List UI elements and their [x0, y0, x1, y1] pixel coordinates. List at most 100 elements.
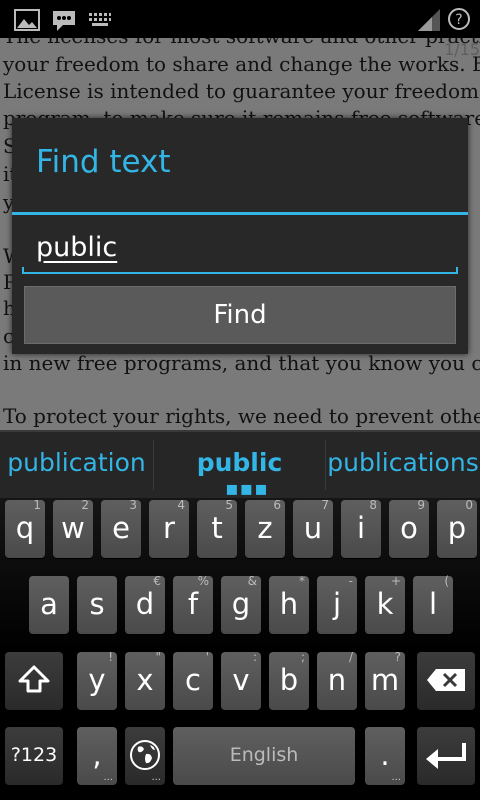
keyboard-icon — [89, 13, 111, 26]
key-k[interactable]: k + — [365, 574, 405, 634]
find-text-dialog: Find text public Find — [12, 118, 468, 354]
key-b[interactable]: b; — [269, 650, 309, 710]
suggestion-strip: publication public publications ▪▪▪ — [0, 430, 480, 498]
shift-icon — [18, 665, 50, 693]
search-input[interactable]: public — [22, 226, 458, 274]
key-i[interactable]: i8 — [341, 498, 381, 558]
key-h[interactable]: h * — [269, 574, 309, 634]
period-key[interactable]: .... — [365, 727, 405, 785]
title-divider — [12, 212, 468, 215]
key-label: m — [370, 663, 400, 697]
key-hint: * — [299, 574, 305, 588]
soft-keyboard: publication public publications ▪▪▪ q1 w… — [0, 430, 480, 800]
suggestion-item[interactable]: publications — [326, 448, 480, 477]
key-m[interactable]: m? — [365, 650, 405, 710]
key-hint: " — [155, 650, 161, 664]
svg-text:?: ? — [455, 12, 462, 28]
key-label: d — [135, 587, 155, 621]
status-bar: ? — [0, 0, 480, 38]
key-label: f — [187, 587, 199, 621]
key-label: n — [327, 663, 347, 697]
key-hint: + — [390, 574, 401, 588]
key-label: v — [232, 663, 250, 697]
document-line: your freedom to share and change the wor… — [3, 52, 480, 76]
key-hint: € — [153, 574, 161, 588]
picture-icon — [14, 9, 40, 31]
comma-key[interactable]: ,... — [77, 727, 117, 785]
key-label: k — [376, 587, 394, 621]
find-button[interactable]: Find — [24, 286, 456, 344]
key-y[interactable]: y! — [77, 650, 117, 710]
key-label: u — [303, 511, 323, 545]
document-line: in new free programs, and that you know … — [3, 351, 480, 375]
key-z[interactable]: z6 — [245, 498, 285, 558]
key-label: p — [447, 511, 467, 545]
key-v[interactable]: v: — [221, 650, 261, 710]
space-key[interactable]: English — [173, 727, 355, 785]
key-label: e — [112, 511, 130, 545]
key-label: c — [185, 663, 201, 697]
key-label: z — [257, 511, 273, 545]
symbols-key[interactable]: ?123 — [5, 727, 63, 785]
shift-key[interactable] — [5, 652, 63, 710]
key-p[interactable]: p0 — [437, 498, 477, 558]
key-label: ?123 — [10, 744, 58, 766]
key-w[interactable]: w2 — [53, 498, 93, 558]
key-hint: ' — [205, 650, 209, 664]
key-label: x — [136, 663, 154, 697]
key-hint: 3 — [129, 498, 137, 512]
key-label: w — [61, 511, 85, 545]
key-t[interactable]: t5 — [197, 498, 237, 558]
more-suggestions-icon: ▪▪▪ — [225, 476, 269, 500]
key-s[interactable]: s — [77, 576, 117, 634]
more-keys-icon: ... — [103, 772, 113, 783]
more-keys-icon: ... — [391, 772, 401, 783]
key-hint: % — [197, 574, 209, 588]
key-hint: 4 — [177, 498, 185, 512]
input-underline — [22, 267, 458, 274]
key-l[interactable]: l( — [413, 574, 453, 634]
chat-icon — [53, 11, 75, 31]
key-label: t — [211, 511, 223, 545]
key-label: g — [231, 587, 251, 621]
suggestion-item[interactable]: publication — [0, 448, 153, 477]
key-c[interactable]: c ' — [173, 650, 213, 710]
key-x[interactable]: x " — [125, 650, 165, 710]
key-j[interactable]: j- — [317, 574, 357, 634]
key-hint: - — [348, 574, 353, 588]
key-hint: 0 — [465, 498, 473, 512]
key-label: s — [89, 587, 105, 621]
key-n[interactable]: n / — [317, 650, 357, 710]
suggestion-item-selected[interactable]: public — [154, 448, 325, 477]
key-hint: ? — [394, 650, 401, 664]
key-label: English — [229, 744, 299, 766]
key-hint: ; — [300, 650, 305, 664]
key-e[interactable]: e3 — [101, 498, 141, 558]
key-label: r — [163, 511, 175, 545]
key-u[interactable]: u7 — [293, 498, 333, 558]
more-keys-icon: ... — [151, 772, 161, 783]
key-hint: 8 — [369, 498, 377, 512]
enter-key[interactable] — [417, 727, 475, 785]
key-label: a — [40, 587, 58, 621]
key-o[interactable]: o9 — [389, 498, 429, 558]
key-label: l — [428, 587, 438, 621]
key-f[interactable]: f% — [173, 574, 213, 634]
key-d[interactable]: d € — [125, 574, 165, 634]
key-label: q — [15, 511, 35, 545]
delete-key[interactable] — [417, 652, 475, 710]
language-key[interactable]: ... — [125, 727, 165, 785]
key-hint: / — [348, 650, 353, 664]
key-label: b — [279, 663, 299, 697]
key-a[interactable]: a — [29, 576, 69, 634]
key-hint: 1 — [33, 498, 41, 512]
key-hint: 9 — [417, 498, 425, 512]
key-q[interactable]: q1 — [5, 498, 45, 558]
key-label: h — [279, 587, 299, 621]
key-hint: : — [252, 650, 257, 664]
key-hint: 5 — [225, 498, 233, 512]
key-r[interactable]: r4 — [149, 498, 189, 558]
document-line: The licenses for most software and other… — [3, 38, 480, 48]
signal-icon — [418, 9, 440, 31]
key-g[interactable]: g & — [221, 574, 261, 634]
